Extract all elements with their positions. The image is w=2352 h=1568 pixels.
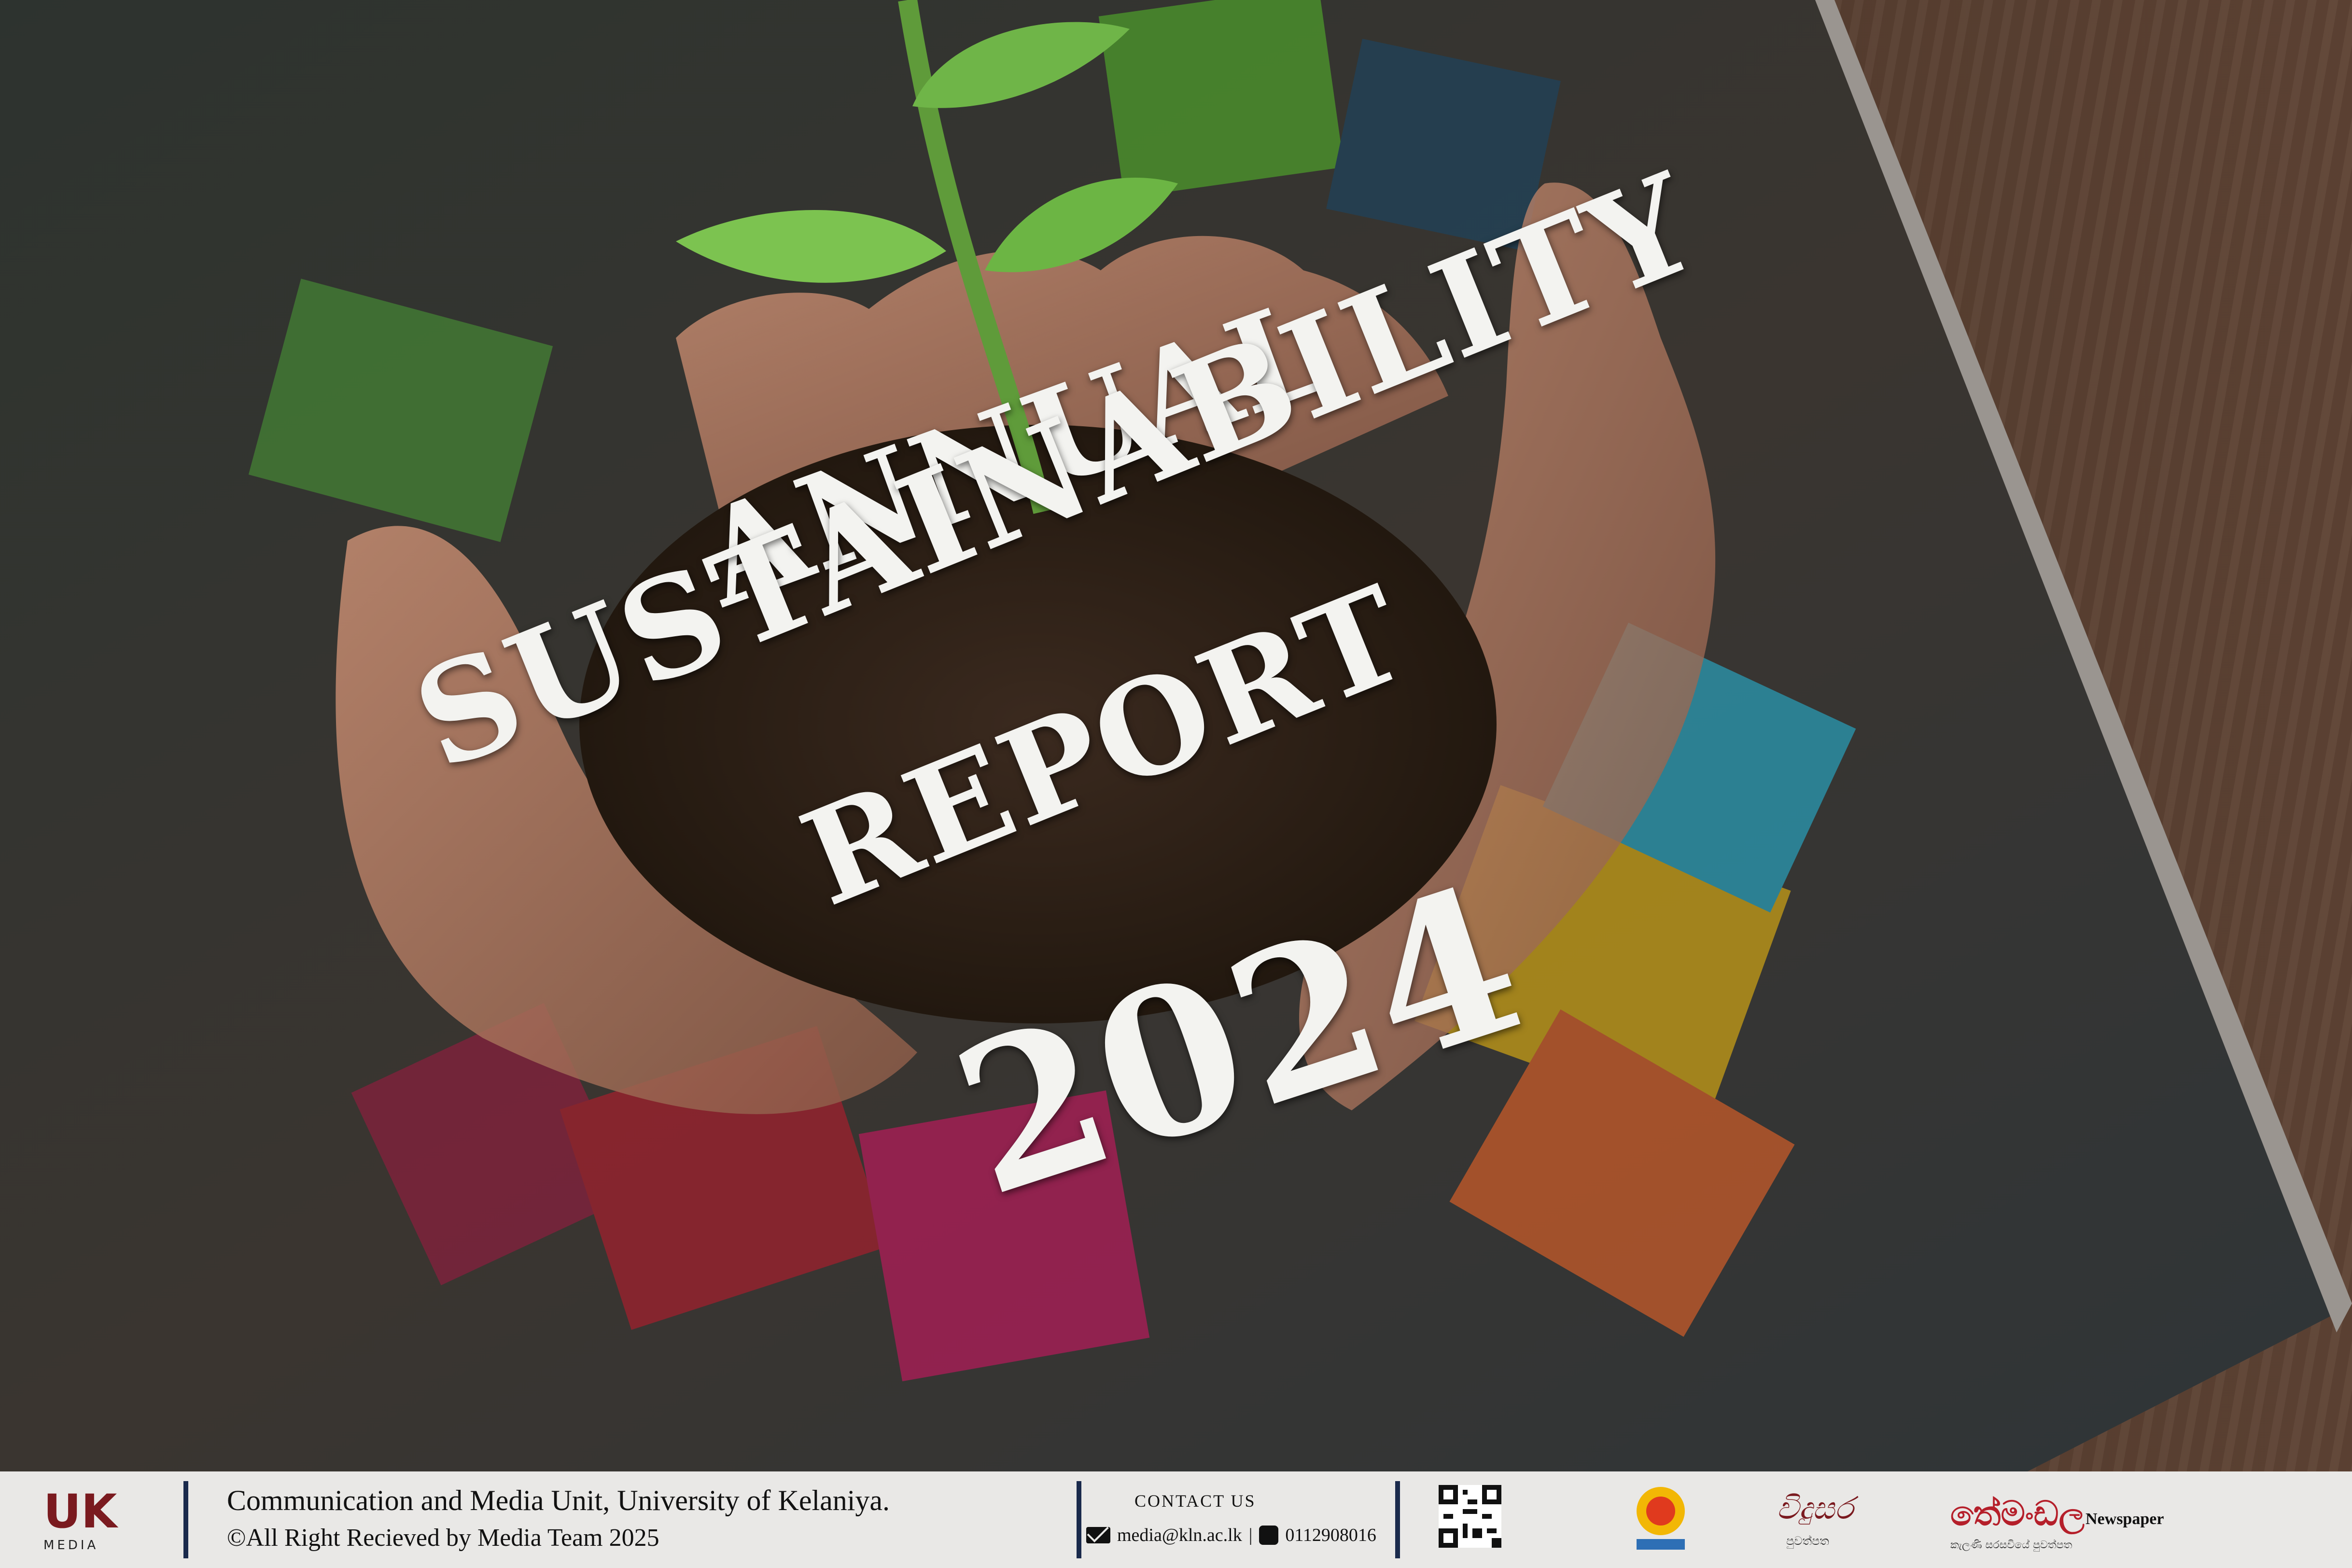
footer-separator: [1077, 1481, 1081, 1558]
vidusara-sub: පුවත්පත: [1786, 1534, 1829, 1548]
uk-media-logo: UK MEDIA: [43, 1484, 117, 1557]
emblem-logo-icon: [1637, 1487, 1685, 1550]
newspaper-logo: තේමංඩල: [1950, 1494, 2085, 1533]
vidusara-logo: විදුසර: [1777, 1491, 1854, 1526]
mail-icon: [1086, 1527, 1110, 1543]
soil: [579, 425, 1497, 1023]
uk-logo-mark: UK: [43, 1484, 117, 1539]
photo-scene: ANNUAL SUSTAINABILITY REPORT 2024: [0, 0, 2352, 1568]
footer-bar: UK MEDIA Communication and Media Unit, U…: [0, 1471, 2352, 1568]
uk-logo-sub: MEDIA: [43, 1538, 99, 1553]
qr-code-icon[interactable]: [1439, 1485, 1501, 1548]
contact-email[interactable]: media@kln.ac.lk: [1117, 1525, 1242, 1546]
contact-phone[interactable]: 0112908016: [1285, 1525, 1376, 1546]
contact-row: media@kln.ac.lk | 0112908016: [1086, 1525, 1376, 1546]
report-cover: [0, 0, 2352, 1471]
copyright-text: ©All Right Recieved by Media Team 2025: [227, 1524, 659, 1552]
newspaper-word: Newspaper: [2086, 1510, 2164, 1528]
footer-separator: [1395, 1481, 1400, 1558]
footer-separator: [183, 1481, 188, 1558]
org-name: Communication and Media Unit, University…: [227, 1484, 890, 1516]
newspaper-sub: කැලණි සරසවියේ පුවත්පත: [1950, 1539, 2072, 1551]
contact-divider: |: [1248, 1525, 1253, 1545]
contact-heading: CONTACT US: [1134, 1491, 1256, 1511]
phone-icon: [1259, 1526, 1279, 1545]
